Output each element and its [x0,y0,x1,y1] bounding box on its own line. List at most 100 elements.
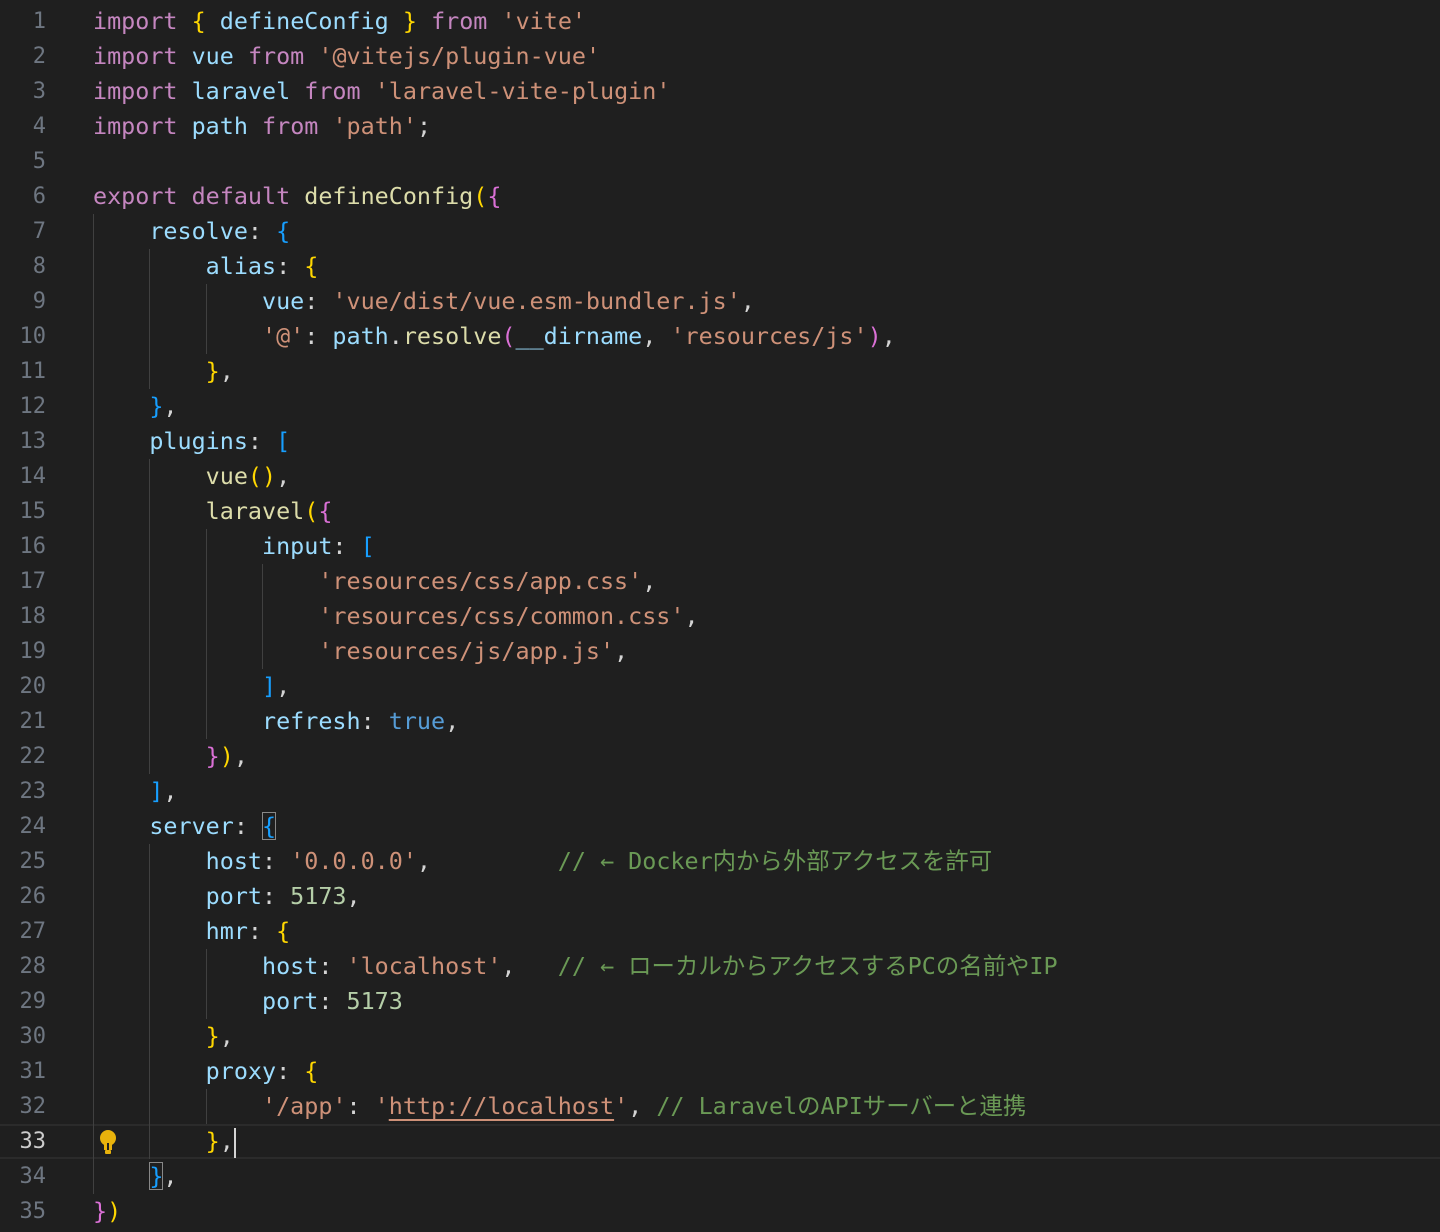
code-token: import [93,77,178,105]
code-token: plugins [149,427,248,455]
code-line[interactable]: 22}), [0,739,1440,774]
code-content: import laravel from 'laravel-vite-plugin… [93,74,670,109]
indent-guide [93,494,149,529]
code-token: 5173 [290,882,347,910]
indent-guide [149,529,205,564]
code-token: ] [261,672,277,700]
code-line[interactable]: 11}, [0,354,1440,389]
code-link[interactable]: http://localhost [389,1092,614,1120]
code-content: }, [93,1124,236,1159]
line-number: 30 [19,1024,47,1049]
indent-guide [93,1159,149,1194]
indent-guide [93,844,149,879]
code-content: }) [93,1194,121,1229]
code-line[interactable]: 8 alias: { [0,249,1440,284]
code-content: alias: { [93,249,319,284]
code-token: input [261,532,333,560]
code-content: import vue from '@vitejs/plugin-vue' [93,39,600,74]
code-line[interactable]: 14 vue(), [0,459,1440,494]
code-line[interactable]: 15 laravel({ [0,494,1440,529]
code-token: 'laravel-vite-plugin' [374,77,671,105]
code-line[interactable]: 13 plugins: [ [0,424,1440,459]
indent-guide [149,354,205,389]
line-number: 4 [32,114,46,139]
code-line[interactable]: 3 import laravel from 'laravel-vite-plugi… [0,74,1440,109]
indent-guide [149,319,205,354]
code-line[interactable]: 12}, [0,389,1440,424]
code-token: { [318,497,333,525]
code-line[interactable]: 9 vue: 'vue/dist/vue.esm-bundler.js', [0,284,1440,319]
code-token: } [205,357,220,385]
code-line[interactable]: 21 refresh: true, [0,704,1440,739]
indent-guide [206,284,262,319]
code-line[interactable]: 30}, [0,1019,1440,1054]
code-line[interactable]: 25 host: '0.0.0.0', // ← Docker内から外部アクセスを… [0,844,1440,879]
code-token: true [388,707,446,735]
code-token: , [416,847,558,875]
indent-guide [149,949,205,984]
code-token: 'resources/js/app.js' [318,637,615,665]
code-line[interactable]: 4 import path from 'path'; [0,109,1440,144]
code-token: : [247,917,277,945]
code-line[interactable]: 34}, [0,1159,1440,1194]
code-line[interactable]: 16 input: [ [0,529,1440,564]
code-token: [ [360,532,375,560]
code-token: 'vue/dist/vue.esm-bundler.js' [332,287,741,315]
indent-guide [93,879,149,914]
line-number: 7 [32,219,46,244]
code-token: resolve [402,322,502,350]
code-line[interactable]: 20], [0,669,1440,704]
code-line[interactable]: 5 [0,144,1440,179]
code-line[interactable]: 6 export default defineConfig({ [0,179,1440,214]
code-line[interactable]: 24 server: { [0,809,1440,844]
indent-guide [149,879,205,914]
code-line[interactable]: 27 hmr: { [0,914,1440,949]
code-content: plugins: [ [93,424,290,459]
code-line[interactable]: 23], [0,774,1440,809]
code-token: : [360,707,389,735]
code-token: } [205,742,220,770]
code-line[interactable]: 26 port: 5173, [0,879,1440,914]
code-token: import [93,7,178,35]
code-token: } [205,1022,220,1050]
code-content: vue(), [93,459,291,494]
code-token: } [402,7,417,35]
code-line[interactable]: 28 host: 'localhost', // ← ローカルからアクセスするPC… [0,949,1440,984]
indent-guide [206,1089,262,1124]
code-token: hmr [205,917,248,945]
code-token: , [219,357,234,385]
code-token: , [642,567,657,595]
code-line[interactable]: 29 port: 5173 [0,984,1440,1019]
code-line[interactable]: 2 import vue from '@vitejs/plugin-vue' [0,39,1440,74]
code-content: ], [93,669,290,704]
code-line[interactable]: 10 '@': path.resolve(__dirname, 'resource… [0,319,1440,354]
code-line[interactable]: 32 '/app': 'http://localhost', // Laravel… [0,1089,1440,1124]
indent-guide [206,704,262,739]
code-line[interactable]: 35}) [0,1194,1440,1229]
code-line[interactable]: 7 resolve: { [0,214,1440,249]
code-content: resolve: { [93,214,290,249]
code-line[interactable]: 17 'resources/css/app.css', [0,564,1440,599]
code-editor[interactable]: 1 import { defineConfig } from 'vite' 2 imp… [0,4,1440,1229]
code-content: refresh: true, [93,704,459,739]
code-token: 'resources/css/app.css' [318,567,643,595]
code-token: port [261,987,319,1015]
indent-guide [93,774,149,809]
indent-guide [93,284,149,319]
code-token: , [614,637,629,665]
code-line[interactable]: 19 'resources/js/app.js', [0,634,1440,669]
code-token: ; [416,112,432,140]
code-line[interactable]: 18 'resources/css/common.css', [0,599,1440,634]
line-number: 22 [19,744,47,769]
code-token: , [163,777,178,805]
code-line[interactable]: 33}, [0,1124,1440,1159]
code-content: 'resources/js/app.js', [93,634,628,669]
code-token: ) [867,322,882,350]
line-number: 2 [32,44,46,69]
code-line[interactable]: 31 proxy: { [0,1054,1440,1089]
code-token: : [318,952,347,980]
code-line[interactable]: 1 import { defineConfig } from 'vite' [0,4,1440,39]
code-token: from [431,7,488,35]
